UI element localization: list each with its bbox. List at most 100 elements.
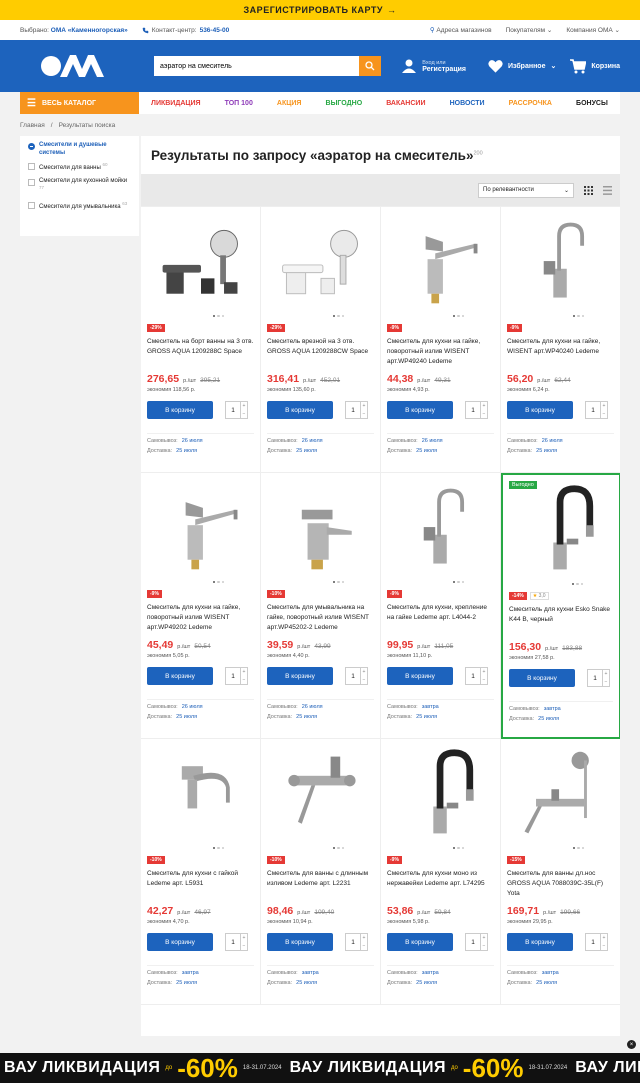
quantity-stepper[interactable]: 1 + − bbox=[465, 667, 488, 685]
quantity-stepper[interactable]: 1 + − bbox=[585, 401, 608, 419]
carousel-dot[interactable] bbox=[221, 846, 224, 849]
search-input[interactable] bbox=[154, 56, 360, 76]
carousel-dot[interactable] bbox=[337, 314, 340, 317]
carousel-dot[interactable] bbox=[341, 314, 344, 317]
quantity-stepper[interactable]: 1 + − bbox=[345, 933, 368, 951]
grid-view-icon[interactable] bbox=[584, 185, 593, 195]
carousel-dot[interactable] bbox=[461, 846, 464, 849]
carousel-dot[interactable] bbox=[332, 580, 335, 583]
add-to-cart-button[interactable]: В корзину bbox=[267, 933, 333, 951]
filter-item[interactable]: Смесители для ванны 60 bbox=[28, 162, 131, 173]
carousel-dot[interactable] bbox=[212, 846, 215, 849]
quantity-value[interactable]: 1 bbox=[346, 934, 360, 950]
quantity-value[interactable]: 1 bbox=[346, 668, 360, 684]
product-image[interactable] bbox=[509, 481, 613, 585]
product-card[interactable]: -10% Смеситель для кухни с гайкой Ledeme … bbox=[141, 739, 261, 1005]
quantity-stepper[interactable]: 1 + − bbox=[585, 933, 608, 951]
pickup-date[interactable]: 26 июля bbox=[302, 704, 323, 710]
quantity-stepper[interactable]: 1 + − bbox=[225, 933, 248, 951]
minus-icon[interactable]: − bbox=[361, 410, 367, 418]
carousel-dot[interactable] bbox=[341, 846, 344, 849]
image-carousel-dots[interactable] bbox=[332, 846, 344, 849]
carousel-dot[interactable] bbox=[577, 846, 580, 849]
pickup-date[interactable]: завтра bbox=[182, 970, 199, 976]
minus-icon[interactable]: − bbox=[241, 676, 247, 684]
delivery-date[interactable]: 25 июля bbox=[416, 714, 437, 720]
liquidation-banner[interactable]: ВАУ ЛИКВИДАЦИЯ до -60% 18-31.07.2024 ВАУ ЛИКВИ… bbox=[0, 1053, 640, 1083]
carousel-dot[interactable] bbox=[457, 580, 460, 583]
carousel-dot[interactable] bbox=[332, 314, 335, 317]
quantity-value[interactable]: 1 bbox=[466, 402, 480, 418]
pickup-date[interactable]: завтра bbox=[302, 970, 319, 976]
filter-checkbox[interactable] bbox=[28, 178, 35, 186]
quantity-stepper[interactable]: 1 + − bbox=[225, 667, 248, 685]
plus-icon[interactable]: + bbox=[361, 668, 367, 676]
product-image[interactable] bbox=[387, 213, 494, 317]
pickup-date[interactable]: завтра bbox=[544, 706, 561, 712]
product-name[interactable]: Смеситель для ванны с длинным изливом Le… bbox=[267, 869, 374, 899]
carousel-dot[interactable] bbox=[457, 314, 460, 317]
quantity-value[interactable]: 1 bbox=[346, 402, 360, 418]
product-image[interactable] bbox=[267, 213, 374, 317]
product-card[interactable]: Выгодно -14% ★ 3,0 Смеситель для кухни Esko… bbox=[501, 473, 620, 739]
delivery-date[interactable]: 25 июля bbox=[536, 448, 557, 454]
delivery-date[interactable]: 25 июля bbox=[296, 448, 317, 454]
product-name[interactable]: Смеситель для кухни Esko Snake K44 B, че… bbox=[509, 605, 613, 635]
product-card[interactable]: -29% Смеситель врезной на 3 отв. GROSS AQ… bbox=[261, 207, 381, 473]
delivery-date[interactable]: 25 июля bbox=[296, 980, 317, 986]
pickup-date[interactable]: 26 июля bbox=[542, 438, 563, 444]
login-link[interactable]: Вход или Регистрация bbox=[401, 58, 466, 74]
product-name[interactable]: Смеситель для кухни на гайке, поворотный… bbox=[387, 337, 494, 367]
product-card[interactable]: -9% Смеситель для кухни, крепление на гай… bbox=[381, 473, 501, 739]
pickup-date[interactable]: завтра bbox=[422, 704, 439, 710]
delivery-date[interactable]: 25 июля bbox=[536, 980, 557, 986]
pickup-date[interactable]: 26 июля bbox=[302, 438, 323, 444]
delivery-date[interactable]: 25 июля bbox=[416, 980, 437, 986]
minus-icon[interactable]: − bbox=[481, 410, 487, 418]
filter-checkbox[interactable] bbox=[28, 163, 35, 170]
quantity-value[interactable]: 1 bbox=[226, 668, 240, 684]
carousel-dot[interactable] bbox=[581, 846, 584, 849]
image-carousel-dots[interactable] bbox=[572, 314, 584, 317]
carousel-dot[interactable] bbox=[581, 314, 584, 317]
image-carousel-dots[interactable] bbox=[571, 582, 583, 585]
plus-icon[interactable]: + bbox=[601, 934, 607, 942]
image-carousel-dots[interactable] bbox=[452, 846, 464, 849]
carousel-dot[interactable] bbox=[452, 580, 455, 583]
product-name[interactable]: Смеситель для ванны дл.нос GROSS AQUA 70… bbox=[507, 869, 614, 899]
carousel-dot[interactable] bbox=[221, 580, 224, 583]
filter-checkbox[interactable] bbox=[28, 143, 35, 150]
quantity-value[interactable]: 1 bbox=[226, 402, 240, 418]
pickup-date[interactable]: 26 июля bbox=[422, 438, 443, 444]
minus-icon[interactable]: − bbox=[601, 410, 607, 418]
nav-link[interactable]: ЛИКВИДАЦИЯ bbox=[151, 100, 201, 107]
add-to-cart-button[interactable]: В корзину bbox=[387, 667, 453, 685]
image-carousel-dots[interactable] bbox=[332, 580, 344, 583]
plus-icon[interactable]: + bbox=[361, 934, 367, 942]
product-image[interactable] bbox=[147, 479, 254, 583]
filter-checkbox[interactable] bbox=[28, 201, 35, 209]
image-carousel-dots[interactable] bbox=[572, 846, 584, 849]
carousel-dot[interactable] bbox=[221, 314, 224, 317]
product-name[interactable]: Смеситель для кухни на гайке, поворотный… bbox=[147, 603, 254, 633]
product-name[interactable]: Смеситель для кухни на гайке, WISENT арт… bbox=[507, 337, 614, 367]
list-view-icon[interactable] bbox=[603, 185, 612, 195]
delivery-date[interactable]: 25 июля bbox=[176, 980, 197, 986]
plus-icon[interactable]: + bbox=[241, 668, 247, 676]
plus-icon[interactable]: + bbox=[241, 402, 247, 410]
plus-icon[interactable]: + bbox=[241, 934, 247, 942]
quantity-value[interactable]: 1 bbox=[586, 402, 600, 418]
contact-center[interactable]: Контакт-центр: 536-45-00 bbox=[142, 27, 229, 34]
carousel-dot[interactable] bbox=[212, 580, 215, 583]
product-card[interactable]: -9% Смеситель для кухни на гайке, поворот… bbox=[141, 473, 261, 739]
quantity-stepper[interactable]: 1 + − bbox=[465, 933, 488, 951]
carousel-dot[interactable] bbox=[577, 314, 580, 317]
minus-icon[interactable]: − bbox=[361, 942, 367, 950]
product-image[interactable] bbox=[507, 745, 614, 849]
breadcrumb-home[interactable]: Главная bbox=[20, 122, 45, 129]
selected-store[interactable]: Выбрано: ОМА «Каменногорская» bbox=[20, 27, 128, 34]
add-to-cart-button[interactable]: В корзину bbox=[267, 667, 333, 685]
company-menu[interactable]: Компания ОМА ⌄ bbox=[566, 26, 620, 34]
carousel-dot[interactable] bbox=[341, 580, 344, 583]
product-image[interactable] bbox=[507, 213, 614, 317]
